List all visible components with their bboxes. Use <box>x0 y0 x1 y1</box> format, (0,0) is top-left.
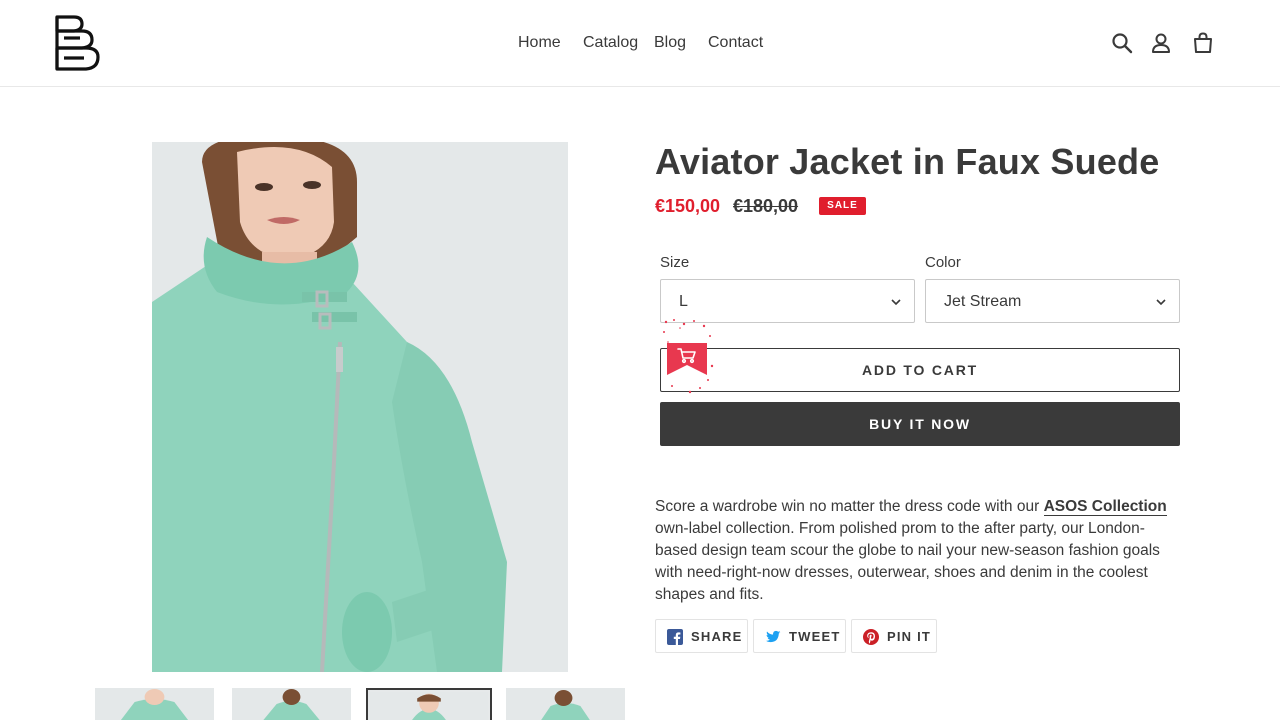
size-label: Size <box>660 254 690 271</box>
product-thumbnail-active[interactable] <box>366 688 492 720</box>
share-pinterest-button[interactable]: PIN IT <box>851 619 937 653</box>
account-icon[interactable] <box>1149 31 1173 55</box>
cart-icon[interactable] <box>1191 31 1215 55</box>
buy-it-now-button[interactable]: BUY IT NOW <box>660 402 1180 446</box>
share-label: SHARE <box>691 629 743 644</box>
asos-collection-link[interactable]: ASOS Collection <box>1043 498 1167 516</box>
buy-it-now-label: BUY IT NOW <box>869 416 971 432</box>
search-icon[interactable] <box>1110 31 1134 55</box>
facebook-icon <box>667 629 683 645</box>
color-label: Color <box>925 254 961 271</box>
chevron-down-icon <box>891 299 901 306</box>
product-thumbnail[interactable] <box>95 688 214 720</box>
size-value: L <box>679 293 688 310</box>
sale-badge: SALE <box>819 197 866 215</box>
product-thumbnail[interactable] <box>232 688 351 720</box>
description-text: own-label collection. From polished prom… <box>655 520 1160 603</box>
color-value: Jet Stream <box>944 293 1022 310</box>
pin-it-label: PIN IT <box>887 629 932 644</box>
share-twitter-button[interactable]: TWEET <box>753 619 846 653</box>
chevron-down-icon <box>1156 299 1166 306</box>
nav-catalog[interactable]: Catalog <box>583 33 638 53</box>
product-title: Aviator Jacket in Faux Suede <box>655 141 1160 182</box>
product-main-image[interactable] <box>152 142 568 672</box>
color-select[interactable]: Jet Stream <box>925 279 1180 323</box>
cart-ribbon-icon <box>663 319 714 394</box>
nav-contact[interactable]: Contact <box>708 33 763 53</box>
add-to-cart-button[interactable]: ADD TO CART <box>660 348 1180 392</box>
original-price: €180,00 <box>733 196 799 216</box>
product-description: Score a wardrobe win no matter the dress… <box>655 496 1185 606</box>
share-facebook-button[interactable]: SHARE <box>655 619 748 653</box>
tweet-label: TWEET <box>789 629 841 644</box>
sale-price: €150,00 <box>655 196 721 216</box>
main-nav: Home Catalog Blog Contact <box>0 33 1280 53</box>
pinterest-icon <box>863 629 879 645</box>
twitter-icon <box>765 630 781 643</box>
size-select[interactable]: L <box>660 279 915 323</box>
site-header: Home Catalog Blog Contact <box>0 0 1280 87</box>
nav-home[interactable]: Home <box>518 33 561 53</box>
add-to-cart-label: ADD TO CART <box>862 362 978 378</box>
product-thumbnail[interactable] <box>506 688 625 720</box>
nav-blog[interactable]: Blog <box>654 33 686 53</box>
description-text: Score a wardrobe win no matter the dress… <box>655 498 1044 515</box>
